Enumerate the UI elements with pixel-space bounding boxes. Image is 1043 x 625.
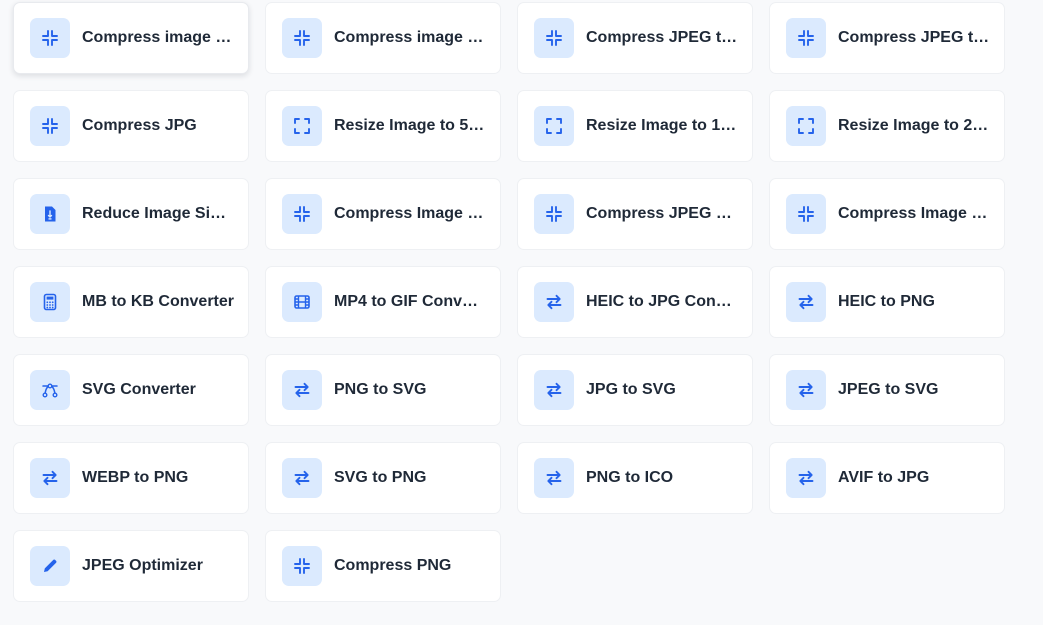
tool-card-8[interactable]: Reduce Image Size... [13,178,249,250]
compress-icon [282,18,322,58]
compress-icon [786,18,826,58]
tool-card-21[interactable]: SVG to PNG [265,442,501,514]
tool-card-15[interactable]: HEIC to PNG [769,266,1005,338]
tool-card-12[interactable]: MB to KB Converter [13,266,249,338]
tool-card-0[interactable]: Compress image t... [13,2,249,74]
tool-card-7[interactable]: Resize Image to 20... [769,90,1005,162]
convert-arrows-icon [534,370,574,410]
compress-icon [534,194,574,234]
tool-card-label: Compress Image T... [838,205,990,222]
tool-card-23[interactable]: AVIF to JPG [769,442,1005,514]
tool-card-label: MB to KB Converter [82,293,234,310]
tool-card-label: MP4 to GIF Conver... [334,293,486,310]
tool-card-label: Resize Image to 50... [334,117,486,134]
tool-card-18[interactable]: JPG to SVG [517,354,753,426]
convert-arrows-icon [282,370,322,410]
compress-icon [282,546,322,586]
tool-card-label: AVIF to JPG [838,469,930,486]
tool-card-4[interactable]: Compress JPG [13,90,249,162]
tool-card-label: Compress Image T... [334,205,486,222]
tool-card-14[interactable]: HEIC to JPG Conve... [517,266,753,338]
tool-card-24[interactable]: JPEG Optimizer [13,530,249,602]
compress-icon [30,106,70,146]
bezier-curve-icon [30,370,70,410]
resize-icon [534,106,574,146]
tool-card-label: HEIC to JPG Conve... [586,293,738,310]
tool-card-label: Compress JPEG to ... [838,29,990,46]
convert-arrows-icon [786,458,826,498]
resize-icon [282,106,322,146]
tool-card-16[interactable]: SVG Converter [13,354,249,426]
file-size-icon [30,194,70,234]
compress-icon [786,194,826,234]
tool-card-label: Resize Image to 10... [586,117,738,134]
tool-card-label: SVG to PNG [334,469,427,486]
tool-card-label: Compress JPG [82,117,197,134]
convert-arrows-icon [30,458,70,498]
tool-card-label: Compress JPEG To ... [586,205,738,222]
tool-card-label: SVG Converter [82,381,196,398]
tool-card-grid: Compress image t... Compress image t... … [13,2,1005,602]
tool-card-1[interactable]: Compress image t... [265,2,501,74]
tool-card-label: WEBP to PNG [82,469,189,486]
tool-card-label: Compress PNG [334,557,452,574]
tool-card-3[interactable]: Compress JPEG to ... [769,2,1005,74]
tool-card-label: PNG to ICO [586,469,674,486]
calculator-icon [30,282,70,322]
convert-arrows-icon [534,282,574,322]
tool-card-label: JPEG Optimizer [82,557,203,574]
tool-card-20[interactable]: WEBP to PNG [13,442,249,514]
tool-card-25[interactable]: Compress PNG [265,530,501,602]
convert-arrows-icon [534,458,574,498]
compress-icon [282,194,322,234]
tool-card-19[interactable]: JPEG to SVG [769,354,1005,426]
tool-card-label: JPEG to SVG [838,381,939,398]
convert-arrows-icon [282,458,322,498]
compress-icon [534,18,574,58]
tool-card-label: HEIC to PNG [838,293,935,310]
tool-card-5[interactable]: Resize Image to 50... [265,90,501,162]
tool-card-17[interactable]: PNG to SVG [265,354,501,426]
tool-card-9[interactable]: Compress Image T... [265,178,501,250]
tool-card-2[interactable]: Compress JPEG to ... [517,2,753,74]
tool-card-13[interactable]: MP4 to GIF Conver... [265,266,501,338]
tool-card-label: Compress image t... [334,29,486,46]
tool-card-label: PNG to SVG [334,381,427,398]
convert-arrows-icon [786,282,826,322]
convert-arrows-icon [786,370,826,410]
resize-icon [786,106,826,146]
tool-card-10[interactable]: Compress JPEG To ... [517,178,753,250]
film-icon [282,282,322,322]
tool-card-label: JPG to SVG [586,381,676,398]
tool-card-label: Reduce Image Size... [82,205,234,222]
compress-icon [30,18,70,58]
tool-card-11[interactable]: Compress Image T... [769,178,1005,250]
pencil-icon [30,546,70,586]
tool-card-label: Compress image t... [82,29,234,46]
tool-card-label: Compress JPEG to ... [586,29,738,46]
tool-card-6[interactable]: Resize Image to 10... [517,90,753,162]
tool-card-label: Resize Image to 20... [838,117,990,134]
tool-card-22[interactable]: PNG to ICO [517,442,753,514]
